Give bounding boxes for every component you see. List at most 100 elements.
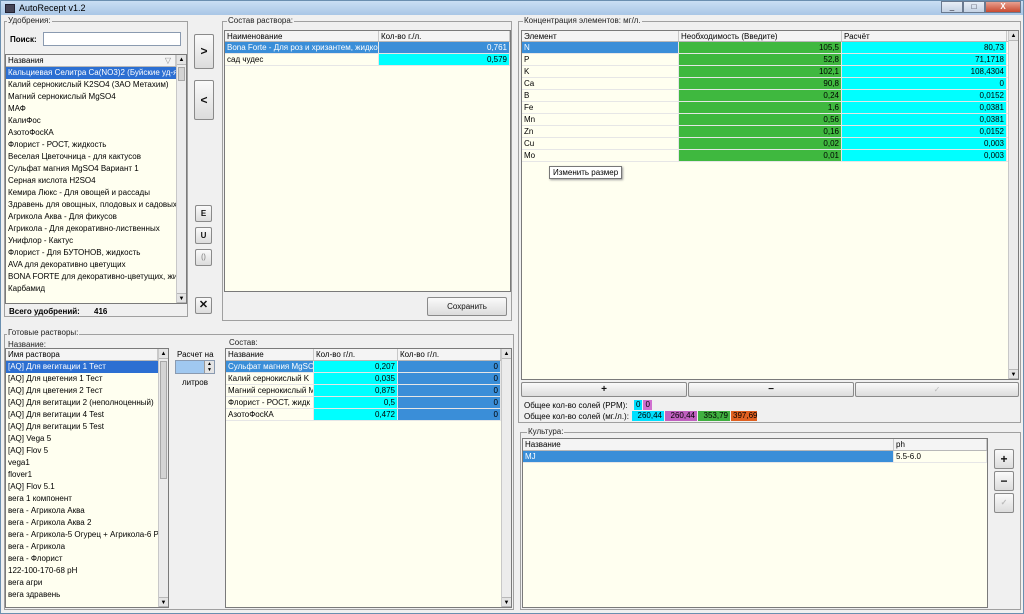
sostav-q1[interactable]: 0,875 xyxy=(314,385,398,396)
solution-item[interactable]: вега - Агрикола-5 Огурец + Агрикола-6 Р. xyxy=(6,529,158,541)
fertilizer-item[interactable]: Унифлор - Кактус xyxy=(6,235,176,247)
conc-need[interactable]: 1,6 xyxy=(679,102,842,113)
fertilizer-item[interactable]: Магний сернокислый MgSO4 xyxy=(6,91,176,103)
save-button[interactable]: Сохранить xyxy=(427,297,507,316)
ready-scroll-down[interactable]: ▼ xyxy=(159,597,168,607)
fertilizer-item[interactable]: Агрикола Аква - Для фикусов xyxy=(6,211,176,223)
solution-item[interactable]: [AQ] Для вегитации 5 Test xyxy=(6,421,158,433)
solution-item[interactable]: flover1 xyxy=(6,469,158,481)
table-row[interactable]: Cu 0,02 0,003 xyxy=(522,138,1018,150)
solution-item[interactable]: [AQ] Для вегитации 4 Test xyxy=(6,409,158,421)
solution-item[interactable]: вега здравень xyxy=(6,589,158,601)
culture-table[interactable]: Название ph MJ 5.5-6.0 xyxy=(522,438,988,608)
fertilizer-item[interactable]: Сульфат магния MgSO4 Вариант 1 xyxy=(6,163,176,175)
fertilizer-list[interactable]: Названия ▽ Кальциевая Селитра Ca(NO3)2 (Б… xyxy=(5,54,187,304)
solution-item[interactable]: вега - Агрикола Аква 2 xyxy=(6,517,158,529)
fertilizer-item[interactable]: Серная кислота H2SO4 xyxy=(6,175,176,187)
table-row[interactable]: MJ 5.5-6.0 xyxy=(523,451,987,463)
fertilizer-item[interactable]: Флорист - Для БУТОНОВ, жидкость xyxy=(6,247,176,259)
fertilizer-item[interactable]: Флорист - РОСТ, жидкость xyxy=(6,139,176,151)
liters-spinner[interactable]: ▲ ▼ xyxy=(175,360,215,374)
culture-remove-button[interactable]: − xyxy=(994,471,1014,491)
solution-item[interactable]: [AQ] Для вегитации 2 (неполноценный) xyxy=(6,397,158,409)
ready-scroll-thumb[interactable] xyxy=(160,361,167,479)
search-input[interactable] xyxy=(43,32,181,46)
solution-item[interactable]: [AQ] Vega 5 xyxy=(6,433,158,445)
table-row[interactable]: Сульфат магния MgSO4 0,207 0 xyxy=(226,361,511,373)
conc-need[interactable]: 0,24 xyxy=(679,90,842,101)
table-row[interactable]: сад чудес 0,579 xyxy=(225,54,510,66)
conc-remove-button[interactable]: − xyxy=(688,382,854,397)
conc-need[interactable]: 0,02 xyxy=(679,138,842,149)
culture-check-button[interactable]: ✓ xyxy=(994,493,1014,513)
table-row[interactable]: Флорист - РОСТ, жидк 0,5 0 xyxy=(226,397,511,409)
ready-solutions-list[interactable]: Имя раствора [AQ] Для вегитации 1 Тест [A… xyxy=(5,348,169,608)
table-row[interactable]: Mn 0,56 0,0381 xyxy=(522,114,1018,126)
ready-list-header[interactable]: Имя раствора xyxy=(6,349,158,360)
composition-table[interactable]: Наименование Кол-во г./л. Bona Forte - Дл… xyxy=(224,30,511,292)
fertilizer-item[interactable]: Карбамид xyxy=(6,283,176,295)
table-row[interactable]: Fe 1,6 0,0381 xyxy=(522,102,1018,114)
table-row[interactable]: Ca 90,8 0 xyxy=(522,78,1018,90)
solution-item[interactable]: вега 1 компонент xyxy=(6,493,158,505)
sostav-q1[interactable]: 0,035 xyxy=(314,373,398,384)
maximize-button[interactable]: □ xyxy=(963,1,985,13)
conc-scroll-up[interactable]: ▲ xyxy=(1009,31,1018,41)
update-button[interactable]: U xyxy=(195,227,212,244)
minimize-button[interactable]: _ xyxy=(941,1,963,13)
conc-col-need[interactable]: Необходимость (Введите) xyxy=(679,31,842,41)
solution-item[interactable]: [AQ] Flov 5.1 xyxy=(6,481,158,493)
composition-qty[interactable]: 0,761 xyxy=(379,42,510,53)
fertilizer-item[interactable]: КалиФос xyxy=(6,115,176,127)
table-row[interactable]: Магний сернокислый M 0,875 0 xyxy=(226,385,511,397)
sort-icon[interactable]: ▽ xyxy=(165,55,171,66)
solution-item[interactable]: [AQ] Для вегитации 1 Тест xyxy=(6,361,158,373)
remove-fertilizer-button[interactable]: < xyxy=(194,80,214,120)
culture-add-button[interactable]: + xyxy=(994,449,1014,469)
paren-button[interactable]: () xyxy=(195,249,212,266)
sostav-scroll-down[interactable]: ▼ xyxy=(502,597,511,607)
scroll-down-arrow[interactable]: ▼ xyxy=(177,293,186,303)
sostav-col-name[interactable]: Название xyxy=(226,349,314,360)
fertilizer-item[interactable]: Агрикола - Для декоративно-лиственных xyxy=(6,223,176,235)
sostav-col-q1[interactable]: Кол-во г/л. xyxy=(314,349,398,360)
fertilizer-item[interactable]: Веселая Цветочница - для кактусов xyxy=(6,151,176,163)
culture-col-name[interactable]: Название xyxy=(523,439,894,450)
conc-col-element[interactable]: Элемент xyxy=(522,31,679,41)
solution-item[interactable]: vega1 xyxy=(6,457,158,469)
conc-scroll-down[interactable]: ▼ xyxy=(1009,369,1018,379)
culture-ph[interactable]: 5.5-6.0 xyxy=(894,451,987,462)
solution-item[interactable]: вега - Агрикола xyxy=(6,541,158,553)
table-row[interactable]: K 102,1 108,4304 xyxy=(522,66,1018,78)
solution-item[interactable]: 122-100-170-68 pH xyxy=(6,565,158,577)
table-row[interactable]: Bona Forte - Для роз и хризантем, жидкос… xyxy=(225,42,510,54)
table-row[interactable]: Калий сернокислый K 0,035 0 xyxy=(226,373,511,385)
conc-check-button[interactable]: ✓ xyxy=(855,382,1019,397)
scroll-thumb[interactable] xyxy=(178,67,185,81)
solution-item[interactable]: [AQ] Для цветения 2 Тест xyxy=(6,385,158,397)
close-button[interactable]: X xyxy=(985,1,1021,13)
composition-col-qty[interactable]: Кол-во г./л. xyxy=(379,31,510,41)
table-row[interactable]: Zn 0,16 0,0152 xyxy=(522,126,1018,138)
conc-need[interactable]: 105,5 xyxy=(679,42,842,53)
table-row[interactable]: Mo 0,01 0,003 xyxy=(522,150,1018,162)
delete-icon[interactable]: ✕ xyxy=(195,297,212,314)
fertilizer-item[interactable]: АзотоФосКА xyxy=(6,127,176,139)
concentration-table[interactable]: Элемент Необходимость (Введите) Расчёт N 10… xyxy=(521,30,1019,380)
solution-item[interactable]: [AQ] Для цветения 1 Тест xyxy=(6,373,158,385)
table-row[interactable]: АзотоФосКА 0,472 0 xyxy=(226,409,511,421)
edit-button[interactable]: E xyxy=(195,205,212,222)
fertilizer-item[interactable]: Кемира Люкс - Для овощей и рассады xyxy=(6,187,176,199)
conc-need[interactable]: 90,8 xyxy=(679,78,842,89)
table-row[interactable]: P 52,8 71,1718 xyxy=(522,54,1018,66)
fertilizer-item[interactable]: AVA для декоративно цветущих xyxy=(6,259,176,271)
add-fertilizer-button[interactable]: > xyxy=(194,34,214,69)
conc-need[interactable]: 102,1 xyxy=(679,66,842,77)
sostav-q1[interactable]: 0,472 xyxy=(314,409,398,420)
culture-name[interactable]: MJ xyxy=(523,451,894,462)
ready-scroll-up[interactable]: ▲ xyxy=(159,349,168,359)
culture-col-ph[interactable]: ph xyxy=(894,439,987,450)
fertilizer-list-header[interactable]: Названия ▽ xyxy=(6,55,176,66)
sostav-table[interactable]: Название Кол-во г/л. Кол-во г/л. Сульфат м… xyxy=(225,348,512,608)
spinner-arrows[interactable]: ▲ ▼ xyxy=(204,361,214,373)
